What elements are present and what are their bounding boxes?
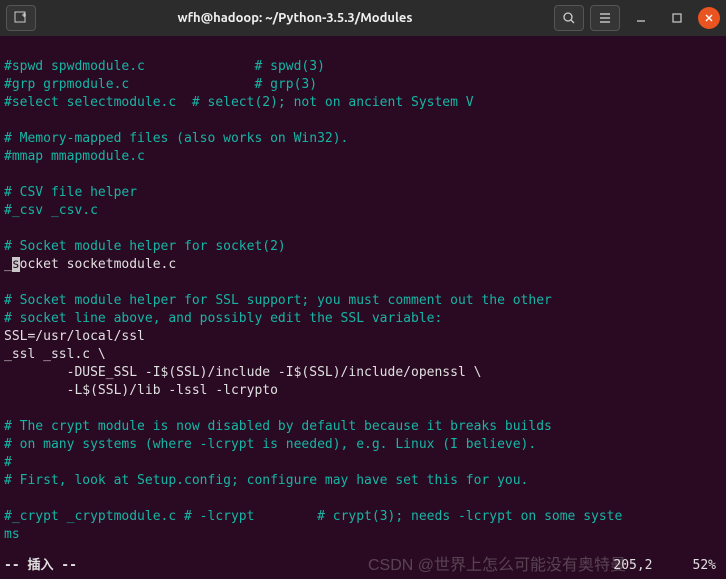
code-line: # CSV file helper — [4, 185, 137, 200]
code-line: #_csv _csv.c — [4, 203, 98, 218]
terminal-content[interactable]: #spwd spwdmodule.c # spwd(3) #grp grpmod… — [0, 36, 726, 544]
code-line: # Socket module helper for socket(2) — [4, 239, 286, 254]
code-line: SSL=/usr/local/ssl — [4, 329, 145, 344]
search-icon — [562, 11, 576, 25]
minimize-icon — [635, 12, 647, 24]
code-line: _ssl _ssl.c \ — [4, 347, 106, 362]
code-line: # socket line above, and possibly edit t… — [4, 311, 442, 326]
new-tab-button[interactable] — [6, 5, 36, 31]
maximize-icon — [671, 12, 683, 24]
code-line: # — [4, 455, 12, 470]
blank-line — [4, 401, 12, 416]
close-button[interactable] — [698, 7, 720, 29]
code-line: #spwd spwdmodule.c # spwd(3) — [4, 59, 325, 74]
code-line-cursor: _socket socketmodule.c — [4, 257, 176, 272]
blank-line — [4, 113, 12, 128]
code-line: # on many systems (where -lcrypt is need… — [4, 437, 536, 452]
maximize-button[interactable] — [662, 12, 692, 24]
code-line: # First, look at Setup.config; configure… — [4, 473, 528, 488]
close-icon — [704, 13, 714, 23]
menu-button[interactable] — [590, 5, 620, 31]
watermark: CSDN @世界上怎么可能没有奥特曼 — [368, 551, 626, 575]
code-line: # Socket module helper for SSL support; … — [4, 293, 552, 308]
scroll-percent: 52% — [693, 557, 716, 575]
blank-line — [4, 221, 12, 236]
minimize-button[interactable] — [626, 12, 656, 24]
code-line: #_crypt _cryptmodule.c # -lcrypt # crypt… — [4, 509, 622, 524]
vim-mode: -- 插入 -- — [4, 557, 77, 575]
code-line: -DUSE_SSL -I$(SSL)/include -I$(SSL)/incl… — [4, 365, 481, 380]
code-line: # The crypt module is now disabled by de… — [4, 419, 552, 434]
window-title: wfh@hadoop: ~/Python-3.5.3/Modules — [42, 11, 548, 25]
hamburger-icon — [598, 11, 612, 25]
code-line: # Memory-mapped files (also works on Win… — [4, 131, 348, 146]
search-button[interactable] — [554, 5, 584, 31]
blank-line — [4, 491, 12, 506]
cursor: s — [12, 257, 20, 272]
code-line: #select selectmodule.c # select(2); not … — [4, 95, 474, 110]
new-tab-icon — [14, 11, 28, 25]
blank-line — [4, 167, 12, 182]
code-line: #mmap mmapmodule.c — [4, 149, 145, 164]
code-line: #grp grpmodule.c # grp(3) — [4, 77, 317, 92]
code-line: -L$(SSL)/lib -lssl -lcrypto — [4, 383, 278, 398]
titlebar: wfh@hadoop: ~/Python-3.5.3/Modules — [0, 0, 726, 36]
blank-line — [4, 275, 12, 290]
code-line: ms — [4, 527, 20, 542]
